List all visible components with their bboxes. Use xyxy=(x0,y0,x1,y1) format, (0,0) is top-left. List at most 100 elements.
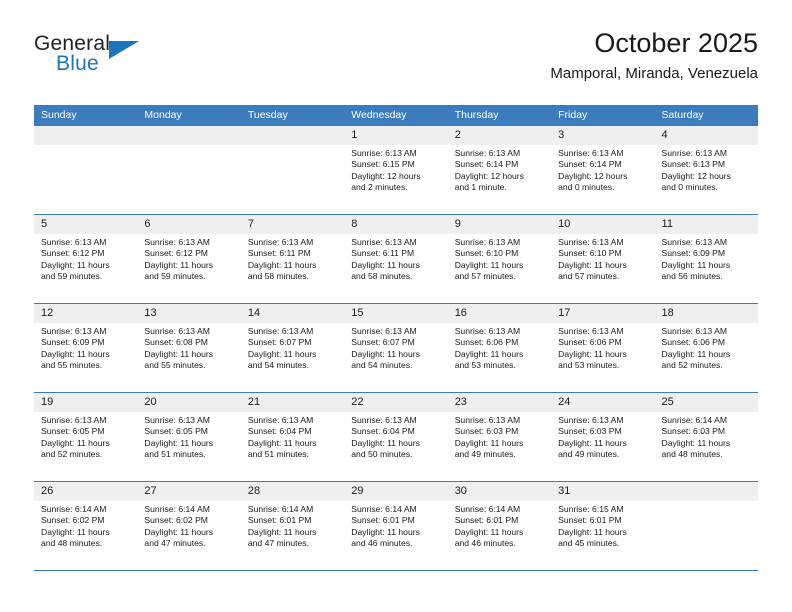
sunset-text: Sunset: 6:07 PM xyxy=(351,337,415,348)
daylight-text-line2: and 48 minutes. xyxy=(41,538,103,549)
calendar-day-cell[interactable]: 2 Sunrise: 6:13 AM Sunset: 6:14 PM Daylight… xyxy=(447,126,552,214)
calendar-day-cell[interactable]: 19 Sunrise: 6:13 AM Sunset: 6:05 PM Dayligh… xyxy=(34,393,138,481)
day-sun-info: Sunrise: 6:13 AM Sunset: 6:07 PM Daylight:… xyxy=(241,323,344,372)
sunset-text: Sunset: 6:12 PM xyxy=(144,248,208,259)
calendar-page: General Blue October 2025 Mamporal, Mira… xyxy=(0,0,792,612)
calendar-day-cell[interactable]: 25 Sunrise: 6:14 AM Sunset: 6:03 PM Dayligh… xyxy=(654,393,758,481)
calendar-week-row: 12 Sunrise: 6:13 AM Sunset: 6:09 PM Dayligh… xyxy=(34,304,758,393)
daylight-text-line1: Daylight: 11 hours xyxy=(351,437,420,448)
calendar-day-cell[interactable]: 20 Sunrise: 6:13 AM Sunset: 6:05 PM Dayligh… xyxy=(137,393,241,481)
sunrise-text: Sunrise: 6:13 AM xyxy=(351,326,417,336)
day-sun-info: Sunrise: 6:14 AM Sunset: 6:01 PM Daylight:… xyxy=(344,501,447,550)
calendar-day-cell[interactable]: 4 Sunrise: 6:13 AM Sunset: 6:13 PM Daylight… xyxy=(654,126,758,214)
daylight-text-line2: and 1 minute. xyxy=(454,182,507,193)
daylight-text-line2: and 59 minutes. xyxy=(144,271,206,282)
sunset-text: Sunset: 6:05 PM xyxy=(41,426,105,437)
daylight-text-line1: Daylight: 11 hours xyxy=(558,348,627,359)
sunset-text: Sunset: 6:07 PM xyxy=(247,337,312,348)
sunrise-text: Sunrise: 6:14 AM xyxy=(661,415,727,425)
calendar-day-cell-empty xyxy=(240,126,345,214)
sunset-text: Sunset: 6:02 PM xyxy=(41,515,105,526)
calendar-day-cell[interactable]: 28 Sunrise: 6:14 AM Sunset: 6:01 PM Dayligh… xyxy=(240,482,345,570)
day-number: 14 xyxy=(240,304,345,323)
calendar-day-cell[interactable]: 24 Sunrise: 6:13 AM Sunset: 6:03 PM Dayligh… xyxy=(551,393,655,481)
calendar-day-cell[interactable]: 1 Sunrise: 6:13 AM Sunset: 6:15 PM Daylight… xyxy=(344,126,448,214)
sunset-text: Sunset: 6:08 PM xyxy=(144,337,208,348)
calendar-day-cell[interactable]: 26 Sunrise: 6:14 AM Sunset: 6:02 PM Dayligh… xyxy=(34,482,138,570)
calendar-day-cell[interactable]: 11 Sunrise: 6:13 AM Sunset: 6:09 PM Dayligh… xyxy=(654,215,758,303)
daylight-text-line2: and 53 minutes. xyxy=(454,360,516,371)
day-number: 25 xyxy=(654,393,758,412)
calendar-day-cell[interactable]: 14 Sunrise: 6:13 AM Sunset: 6:07 PM Dayligh… xyxy=(240,304,345,392)
day-number: 28 xyxy=(240,482,345,501)
weekday-header-wednesday: Wednesday xyxy=(351,109,407,121)
daylight-text-line2: and 49 minutes. xyxy=(558,449,620,460)
calendar-day-cell[interactable]: 22 Sunrise: 6:13 AM Sunset: 6:04 PM Dayligh… xyxy=(344,393,448,481)
day-number: 2 xyxy=(447,126,552,145)
calendar-day-cell[interactable]: 5 Sunrise: 6:13 AM Sunset: 6:12 PM Daylight… xyxy=(34,215,138,303)
day-number: 23 xyxy=(447,393,552,412)
daylight-text-line2: and 0 minutes. xyxy=(661,182,718,193)
day-sun-info: Sunrise: 6:15 AM Sunset: 6:01 PM Daylight:… xyxy=(551,501,654,550)
sunset-text: Sunset: 6:14 PM xyxy=(558,159,622,170)
sunrise-text: Sunrise: 6:13 AM xyxy=(247,237,314,247)
general-blue-logo[interactable]: General Blue xyxy=(34,32,154,88)
calendar-day-cell[interactable]: 15 Sunrise: 6:13 AM Sunset: 6:07 PM Dayligh… xyxy=(344,304,448,392)
daylight-text-line1: Daylight: 11 hours xyxy=(41,348,110,359)
calendar-day-cell[interactable]: 30 Sunrise: 6:14 AM Sunset: 6:01 PM Dayligh… xyxy=(447,482,552,570)
day-sun-info: Sunrise: 6:13 AM Sunset: 6:12 PM Daylight:… xyxy=(34,234,137,283)
day-number: 20 xyxy=(137,393,241,412)
sunset-text: Sunset: 6:09 PM xyxy=(661,248,726,259)
daylight-text-line2: and 51 minutes. xyxy=(144,449,206,460)
sunrise-text: Sunrise: 6:15 AM xyxy=(558,504,624,514)
sunset-text: Sunset: 6:10 PM xyxy=(454,248,519,259)
calendar-day-cell[interactable]: 16 Sunrise: 6:13 AM Sunset: 6:06 PM Dayligh… xyxy=(447,304,552,392)
calendar-day-cell[interactable]: 6 Sunrise: 6:13 AM Sunset: 6:12 PM Daylight… xyxy=(137,215,241,303)
calendar-day-cell[interactable]: 9 Sunrise: 6:13 AM Sunset: 6:10 PM Daylight… xyxy=(447,215,552,303)
logo-text-blue: Blue xyxy=(56,52,99,75)
day-number xyxy=(34,126,138,145)
day-number: 16 xyxy=(447,304,552,323)
sunset-text: Sunset: 6:05 PM xyxy=(144,426,208,437)
calendar-day-cell[interactable]: 21 Sunrise: 6:13 AM Sunset: 6:04 PM Dayligh… xyxy=(240,393,345,481)
daylight-text-line1: Daylight: 12 hours xyxy=(454,170,524,181)
weekday-header-row: Sunday Monday Tuesday Wednesday Thursday… xyxy=(34,105,758,126)
day-sun-info: Sunrise: 6:14 AM Sunset: 6:02 PM Daylight:… xyxy=(137,501,240,550)
sunrise-text: Sunrise: 6:13 AM xyxy=(454,148,521,158)
daylight-text-line2: and 50 minutes. xyxy=(351,449,413,460)
calendar-day-cell-empty xyxy=(137,126,241,214)
calendar-day-cell[interactable]: 8 Sunrise: 6:13 AM Sunset: 6:11 PM Daylight… xyxy=(344,215,448,303)
day-sun-info: Sunrise: 6:13 AM Sunset: 6:11 PM Daylight:… xyxy=(344,234,447,283)
day-sun-info: Sunrise: 6:13 AM Sunset: 6:11 PM Daylight:… xyxy=(241,234,344,283)
day-number: 27 xyxy=(137,482,241,501)
calendar-day-cell[interactable]: 7 Sunrise: 6:13 AM Sunset: 6:11 PM Daylight… xyxy=(240,215,345,303)
calendar-day-cell[interactable]: 12 Sunrise: 6:13 AM Sunset: 6:09 PM Dayligh… xyxy=(34,304,138,392)
calendar-day-cell[interactable]: 13 Sunrise: 6:13 AM Sunset: 6:08 PM Dayligh… xyxy=(137,304,241,392)
calendar-weeks: 1 Sunrise: 6:13 AM Sunset: 6:15 PM Daylight… xyxy=(34,126,758,571)
calendar-day-cell[interactable]: 31 Sunrise: 6:15 AM Sunset: 6:01 PM Dayligh… xyxy=(551,482,655,570)
calendar-day-cell[interactable]: 18 Sunrise: 6:13 AM Sunset: 6:06 PM Dayligh… xyxy=(654,304,758,392)
daylight-text-line2: and 45 minutes. xyxy=(558,538,620,549)
daylight-text-line1: Daylight: 11 hours xyxy=(144,259,214,270)
calendar-day-cell[interactable]: 17 Sunrise: 6:13 AM Sunset: 6:06 PM Dayligh… xyxy=(551,304,655,392)
day-sun-info: Sunrise: 6:13 AM Sunset: 6:13 PM Daylight:… xyxy=(655,145,758,194)
weekday-header-monday: Monday xyxy=(144,109,182,121)
calendar-grid: Sunday Monday Tuesday Wednesday Thursday… xyxy=(34,105,758,571)
calendar-day-cell-empty xyxy=(654,482,758,570)
day-sun-info: Sunrise: 6:14 AM Sunset: 6:02 PM Daylight:… xyxy=(34,501,137,550)
calendar-day-cell[interactable]: 27 Sunrise: 6:14 AM Sunset: 6:02 PM Dayligh… xyxy=(137,482,241,570)
calendar-day-cell[interactable]: 23 Sunrise: 6:13 AM Sunset: 6:03 PM Dayligh… xyxy=(447,393,552,481)
sunrise-text: Sunrise: 6:13 AM xyxy=(41,326,107,336)
day-number: 30 xyxy=(447,482,552,501)
day-number xyxy=(137,126,241,145)
calendar-week-row: 5 Sunrise: 6:13 AM Sunset: 6:12 PM Daylight… xyxy=(34,215,758,304)
calendar-week-row: 19 Sunrise: 6:13 AM Sunset: 6:05 PM Dayligh… xyxy=(34,393,758,482)
calendar-day-cell[interactable]: 3 Sunrise: 6:13 AM Sunset: 6:14 PM Daylight… xyxy=(551,126,655,214)
daylight-text-line1: Daylight: 12 hours xyxy=(351,170,421,181)
sunrise-text: Sunrise: 6:13 AM xyxy=(144,237,210,247)
calendar-day-cell[interactable]: 10 Sunrise: 6:13 AM Sunset: 6:10 PM Dayligh… xyxy=(551,215,655,303)
sunrise-text: Sunrise: 6:13 AM xyxy=(558,326,624,336)
daylight-text-line2: and 57 minutes. xyxy=(454,271,516,282)
weekday-header-saturday: Saturday xyxy=(661,109,704,121)
calendar-day-cell[interactable]: 29 Sunrise: 6:14 AM Sunset: 6:01 PM Dayligh… xyxy=(344,482,448,570)
